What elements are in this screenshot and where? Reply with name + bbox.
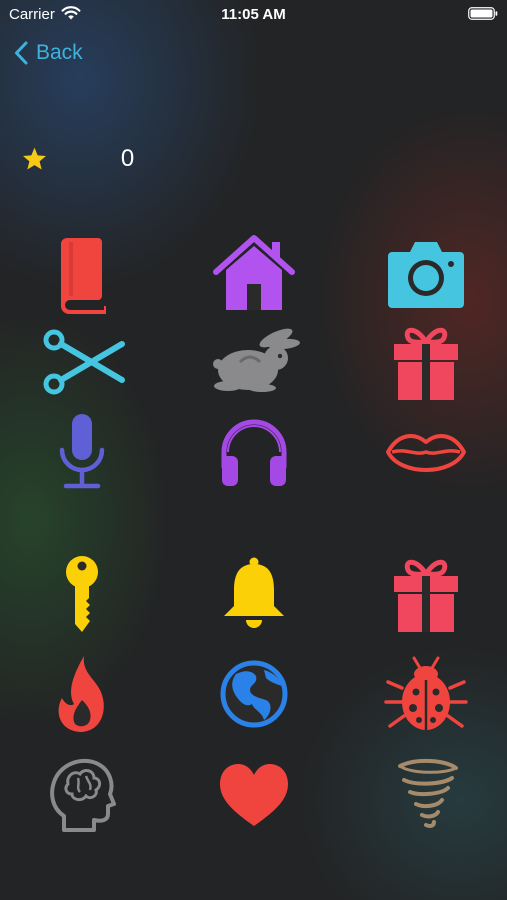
brain-head-icon [50, 758, 116, 832]
grid-cell-hare[interactable] [204, 320, 304, 404]
grid-cell-bell[interactable] [204, 552, 304, 636]
back-label: Back [36, 41, 83, 64]
lips-icon [386, 434, 466, 472]
grid-cell-book[interactable] [32, 232, 132, 316]
flame-icon [58, 656, 104, 732]
book-icon [61, 238, 106, 314]
tornado-icon [398, 759, 458, 828]
grid-cell-gift-1[interactable] [376, 320, 476, 404]
grid-cell-globe[interactable] [204, 652, 304, 736]
grid-cell-gift-2[interactable] [376, 552, 476, 636]
hare-icon [213, 328, 300, 392]
microphone-icon [59, 414, 105, 489]
grid-cell-ladybug[interactable] [376, 652, 476, 736]
chevron-left-icon [15, 41, 28, 65]
grid-cell-headphones[interactable] [204, 410, 304, 494]
grid-cell-scissors[interactable] [32, 320, 132, 404]
ladybug-icon [384, 656, 468, 730]
gift-icon [394, 327, 458, 400]
house-icon [213, 235, 295, 310]
camera-icon [388, 242, 464, 308]
globe-icon [220, 660, 288, 728]
grid-cell-microphone[interactable] [32, 410, 132, 494]
grid-cell-heart[interactable] [204, 752, 304, 836]
score-value: 0 [120, 145, 135, 172]
scissors-icon [43, 329, 125, 395]
bell-icon [224, 557, 284, 628]
key-icon [66, 556, 98, 632]
grid-cell-lips[interactable] [376, 410, 476, 494]
status-time: 11:05 AM [221, 6, 286, 23]
grid-cell-key[interactable] [32, 552, 132, 636]
headphones-icon [221, 419, 287, 486]
back-button[interactable]: Back [14, 38, 83, 68]
grid-cell-brain-head[interactable] [32, 752, 132, 836]
grid-cell-camera[interactable] [376, 232, 476, 316]
heart-icon [220, 764, 288, 826]
star-icon [23, 147, 46, 170]
grid-cell-tornado[interactable] [376, 752, 476, 836]
status-bar: Carrier 11:05 AM [0, 0, 507, 30]
grid-cell-house[interactable] [204, 232, 304, 316]
gift-icon [394, 559, 458, 632]
battery-icon [468, 7, 498, 20]
grid-cell-flame[interactable] [32, 652, 132, 736]
